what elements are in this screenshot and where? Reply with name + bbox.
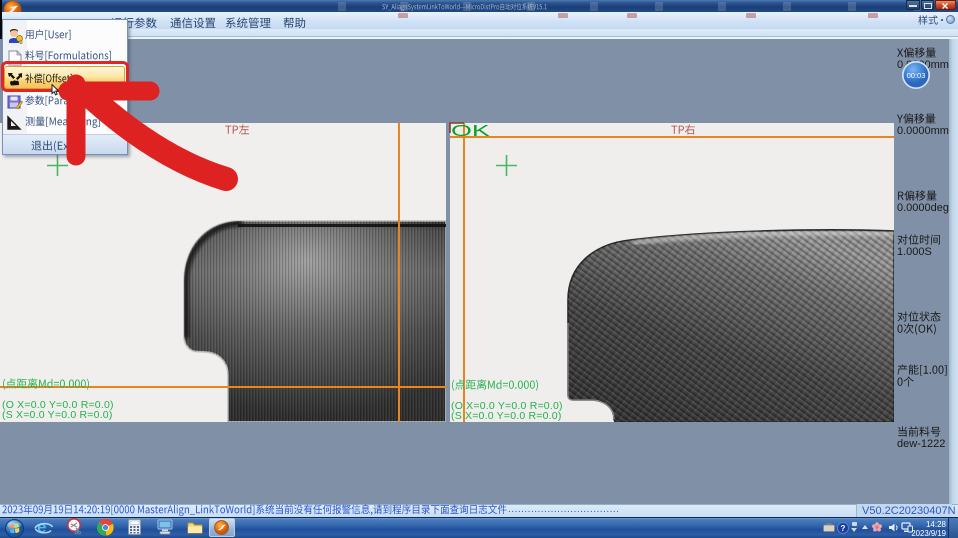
svg-text:00:03: 00:03: [907, 71, 926, 80]
svg-text:?: ?: [841, 524, 846, 533]
svg-text:e: e: [37, 518, 46, 537]
